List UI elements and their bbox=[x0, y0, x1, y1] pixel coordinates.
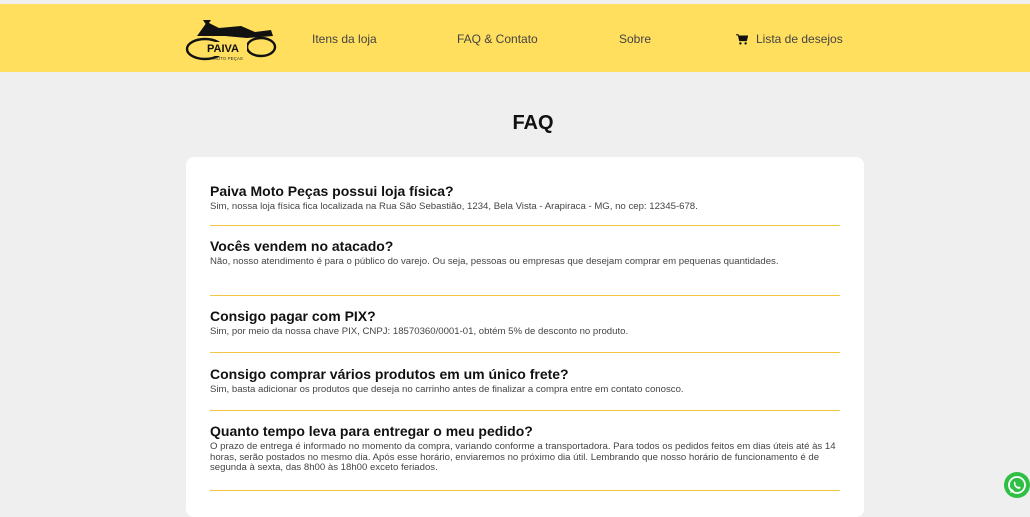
faq-question: Quanto tempo leva para entregar o meu pe… bbox=[210, 423, 533, 439]
faq-answer: Sim, basta adicionar os produtos que des… bbox=[210, 384, 684, 395]
faq-question: Consigo comprar vários produtos em um ún… bbox=[210, 366, 569, 382]
faq-item: Consigo pagar com PIX? Sim, por meio da … bbox=[210, 308, 840, 338]
nav-itens-da-loja[interactable]: Itens da loja bbox=[312, 32, 377, 46]
whatsapp-icon bbox=[1008, 476, 1026, 494]
faq-question: Paiva Moto Peças possui loja física? bbox=[210, 183, 454, 199]
faq-question: Consigo pagar com PIX? bbox=[210, 308, 376, 324]
cart-icon[interactable] bbox=[736, 34, 748, 45]
nav-sobre[interactable]: Sobre bbox=[619, 32, 651, 46]
faq-answer: Não, nosso atendimento é para o público … bbox=[210, 256, 779, 267]
faq-divider bbox=[210, 295, 840, 296]
svg-text:MOTO PEÇAS: MOTO PEÇAS bbox=[213, 56, 243, 61]
paiva-logo[interactable]: PAIVA MOTO PEÇAS bbox=[185, 16, 277, 62]
faq-question: Vocês vendem no atacado? bbox=[210, 238, 394, 254]
faq-item: Paiva Moto Peças possui loja física? Sim… bbox=[210, 183, 840, 213]
faq-divider bbox=[210, 490, 840, 491]
page-title: FAQ bbox=[512, 112, 554, 134]
faq-answer: Sim, nossa loja física fica localizada n… bbox=[210, 201, 698, 212]
whatsapp-button[interactable] bbox=[1004, 472, 1030, 498]
faq-card: Paiva Moto Peças possui loja física? Sim… bbox=[186, 157, 864, 517]
top-nav-bar: PAIVA MOTO PEÇAS Itens da loja FAQ & Con… bbox=[0, 4, 1030, 72]
faq-divider bbox=[210, 410, 840, 411]
faq-item: Vocês vendem no atacado? Não, nosso aten… bbox=[210, 238, 840, 268]
faq-answer: Sim, por meio da nossa chave PIX, CNPJ: … bbox=[210, 326, 629, 337]
svg-text:PAIVA: PAIVA bbox=[207, 43, 239, 55]
nav-lista-de-desejos[interactable]: Lista de desejos bbox=[756, 32, 843, 46]
faq-item: Quanto tempo leva para entregar o meu pe… bbox=[210, 423, 840, 474]
faq-item: Consigo comprar vários produtos em um ún… bbox=[210, 366, 840, 396]
nav-faq-contato[interactable]: FAQ & Contato bbox=[457, 32, 538, 46]
faq-answer: O prazo de entrega é informado no moment… bbox=[210, 441, 836, 473]
faq-divider bbox=[210, 352, 840, 353]
faq-divider bbox=[210, 225, 840, 226]
